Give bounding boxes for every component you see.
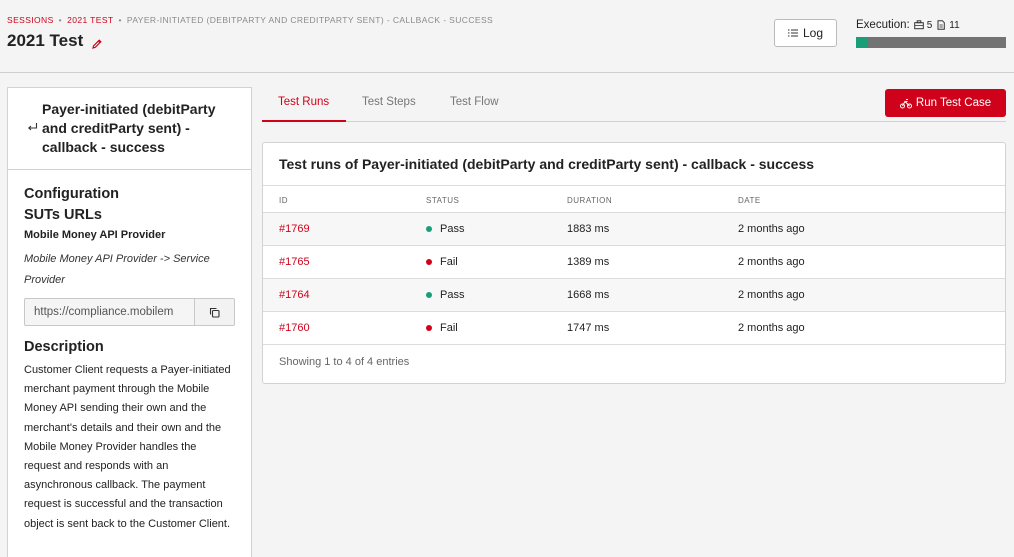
column-header-status[interactable]: STATUS: [426, 196, 459, 205]
table-row[interactable]: #1769 Pass 1883 ms 2 months ago: [263, 213, 1005, 246]
return-arrow-icon[interactable]: [27, 122, 38, 133]
run-icon: [899, 99, 912, 109]
table-header: ID STATUS DURATION DATE: [263, 185, 1005, 213]
column-header-duration[interactable]: DURATION: [567, 196, 612, 205]
status-dot-icon: [426, 259, 432, 265]
list-icon: [787, 29, 798, 37]
status-dot-icon: [426, 325, 432, 331]
run-status-label: Pass: [440, 223, 465, 235]
breadcrumb-sessions[interactable]: SESSIONS: [7, 15, 54, 25]
sidebar-title: Payer-initiated (debitParty and creditPa…: [42, 101, 216, 155]
execution-progress-bar: [856, 37, 1006, 48]
page-title-row: 2021 Test: [7, 31, 103, 51]
run-id-link[interactable]: #1765: [279, 256, 310, 268]
description-heading: Description: [24, 339, 104, 355]
column-header-date[interactable]: DATE: [738, 196, 761, 205]
status-dot-icon: [426, 292, 432, 298]
run-status: Fail: [426, 256, 458, 268]
suts-urls-heading: SUTs URLs: [24, 207, 102, 223]
status-dot-icon: [426, 226, 432, 232]
provider-name: Mobile Money API Provider: [24, 229, 166, 241]
execution-summary: Execution: 5 11: [856, 19, 960, 31]
sidebar-header: Payer-initiated (debitParty and creditPa…: [8, 88, 251, 170]
run-date: 2 months ago: [738, 256, 805, 268]
copy-url-button[interactable]: [194, 298, 235, 326]
breadcrumb-test[interactable]: 2021 TEST: [67, 15, 113, 25]
breadcrumb-current: PAYER-INITIATED (DEBITPARTY AND CREDITPA…: [126, 15, 494, 25]
tab-test-steps[interactable]: Test Steps: [362, 96, 416, 108]
run-status: Pass: [426, 223, 464, 235]
top-header: SESSIONS • 2021 TEST • PAYER-INITIATED (DEBI…: [0, 0, 1014, 73]
run-status: Pass: [426, 289, 464, 301]
pencil-icon[interactable]: [91, 35, 103, 49]
document-icon: [937, 20, 946, 30]
briefcase-icon: [913, 20, 924, 30]
run-date: 2 months ago: [738, 223, 805, 235]
execution-progress-fill: [856, 37, 868, 48]
tab-test-flow[interactable]: Test Flow: [450, 96, 499, 108]
run-id-link[interactable]: #1764: [279, 289, 310, 301]
run-id-link[interactable]: #1769: [279, 223, 310, 235]
run-status-label: Fail: [440, 322, 458, 334]
run-duration: 1389 ms: [567, 256, 610, 268]
test-runs-card: Test runs of Payer-initiated (debitParty…: [262, 142, 1006, 384]
copy-icon: [209, 307, 220, 318]
run-test-case-button[interactable]: Run Test Case: [885, 89, 1006, 117]
table-row[interactable]: #1765 Fail 1389 ms 2 months ago: [263, 246, 1005, 279]
sut-url-field[interactable]: https://compliance.mobilem: [24, 298, 194, 326]
description-text: Customer Client requests a Payer-initiat…: [24, 364, 231, 530]
active-tab-indicator: [262, 120, 346, 122]
test-case-sidebar: Payer-initiated (debitParty and creditPa…: [7, 87, 252, 557]
table-entries-info: Showing 1 to 4 of 4 entries: [279, 356, 410, 368]
execution-label: Execution:: [856, 19, 910, 31]
sidebar-body: Configuration SUTs URLs Mobile Money API…: [8, 170, 251, 534]
log-button[interactable]: Log: [774, 19, 837, 47]
sut-url-group: https://compliance.mobilem: [24, 298, 235, 326]
page-title: 2021 Test: [7, 31, 84, 50]
run-duration: 1747 ms: [567, 322, 610, 334]
run-status-label: Pass: [440, 289, 465, 301]
execution-steps-count: 11: [949, 19, 960, 31]
run-duration: 1668 ms: [567, 289, 610, 301]
breadcrumb-separator: •: [58, 15, 63, 25]
run-test-case-label: Run Test Case: [915, 97, 992, 109]
tab-test-runs[interactable]: Test Runs: [278, 96, 329, 108]
table-row[interactable]: #1764 Pass 1668 ms 2 months ago: [263, 279, 1005, 312]
provider-path: Mobile Money API Provider -> Service Pro…: [24, 253, 210, 286]
log-button-label: Log: [802, 26, 824, 40]
test-runs-title: Test runs of Payer-initiated (debitParty…: [279, 156, 815, 172]
configuration-heading: Configuration: [24, 186, 120, 202]
table-row[interactable]: #1760 Fail 1747 ms 2 months ago: [263, 312, 1005, 345]
run-id-link[interactable]: #1760: [279, 322, 310, 334]
column-header-id[interactable]: ID: [279, 196, 288, 205]
execution-runs-count: 5: [926, 19, 933, 31]
breadcrumb-separator: •: [118, 15, 122, 25]
run-status: Fail: [426, 322, 458, 334]
run-date: 2 months ago: [738, 322, 805, 334]
run-status-label: Fail: [440, 256, 458, 268]
run-date: 2 months ago: [738, 289, 805, 301]
breadcrumb: SESSIONS • 2021 TEST • PAYER-INITIATED (DEBI…: [7, 15, 493, 25]
run-duration: 1883 ms: [567, 223, 610, 235]
